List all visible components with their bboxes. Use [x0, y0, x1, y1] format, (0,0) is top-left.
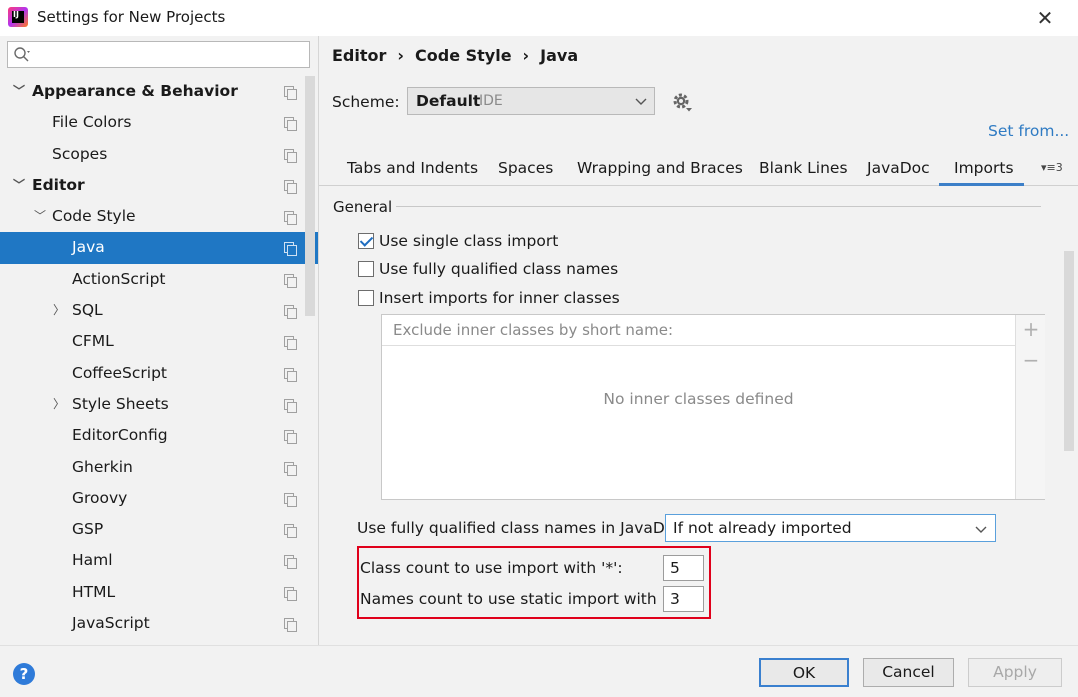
- scheme-tag: IDE: [479, 93, 503, 109]
- tree-item-editorconfig[interactable]: EditorConfig: [0, 420, 318, 451]
- cancel-button[interactable]: Cancel: [863, 658, 954, 687]
- search-icon: [14, 47, 30, 62]
- project-scheme-icon: [284, 273, 297, 288]
- tree-item-appearance-behavior[interactable]: ﹀ Appearance & Behavior: [0, 76, 318, 107]
- tree-item-gherkin[interactable]: Gherkin: [0, 452, 318, 483]
- add-icon[interactable]: +: [1022, 317, 1040, 341]
- settings-tree: ﹀ Appearance & Behavior File Colors Scop…: [0, 76, 318, 639]
- project-scheme-icon: [284, 211, 297, 226]
- chevron-right-icon[interactable]: 〉: [52, 389, 66, 420]
- project-scheme-icon: [284, 586, 297, 601]
- dialog-button-bar: ? OK Cancel Apply: [0, 645, 1078, 697]
- more-tabs-button[interactable]: ▾≡3: [1041, 161, 1063, 174]
- class-count-label: Class count to use import with '*':: [360, 559, 623, 577]
- set-from-link[interactable]: Set from...: [988, 122, 1069, 140]
- tree-item-haml[interactable]: Haml: [0, 545, 318, 576]
- names-count-input[interactable]: 3: [663, 586, 704, 612]
- window-title: Settings for New Projects: [37, 8, 226, 26]
- names-count-label: Names count to use static import with '*…: [360, 590, 684, 608]
- remove-icon[interactable]: −: [1022, 348, 1040, 372]
- checkbox-icon[interactable]: [358, 290, 374, 306]
- scheme-value: Default: [416, 92, 481, 110]
- tab-wrapping-and-braces[interactable]: Wrapping and Braces: [577, 159, 743, 177]
- chevron-right-icon[interactable]: 〉: [52, 295, 66, 326]
- breadcrumb-item[interactable]: Editor: [332, 46, 386, 65]
- settings-main-panel: Editor › Code Style › Java Scheme: Default I…: [319, 36, 1078, 645]
- tab-tabs-and-indents[interactable]: Tabs and Indents: [347, 159, 478, 177]
- tree-item-html[interactable]: HTML: [0, 577, 318, 608]
- project-scheme-icon: [284, 336, 297, 351]
- project-scheme-icon: [284, 86, 297, 100]
- chevron-down-icon: [975, 526, 987, 533]
- sidebar-scrollbar[interactable]: [305, 76, 315, 316]
- code-style-tabs: Tabs and Indents Spaces Wrapping and Bra…: [319, 150, 1078, 186]
- title-bar: IJ Settings for New Projects ✕: [0, 0, 1078, 36]
- project-scheme-icon: [284, 524, 297, 539]
- project-scheme-icon: [284, 555, 297, 570]
- tree-item-actionscript[interactable]: ActionScript: [0, 264, 318, 295]
- settings-sidebar: ﹀ Appearance & Behavior File Colors Scop…: [0, 36, 318, 645]
- tree-item-scopes[interactable]: Scopes: [0, 139, 318, 170]
- tab-imports[interactable]: Imports: [954, 159, 1014, 177]
- breadcrumb: Editor › Code Style › Java: [332, 46, 578, 65]
- project-scheme-icon: [284, 398, 297, 413]
- class-count-input[interactable]: 5: [663, 555, 704, 581]
- project-scheme-icon: [284, 148, 297, 163]
- intellij-logo-icon: IJ: [8, 7, 28, 27]
- tree-item-javascript[interactable]: JavaScript: [0, 608, 318, 639]
- tree-item-java[interactable]: Java: [0, 232, 318, 264]
- scheme-dropdown[interactable]: Default IDE: [407, 87, 655, 115]
- apply-button[interactable]: Apply: [968, 658, 1062, 687]
- tree-item-cfml[interactable]: CFML: [0, 326, 318, 357]
- tree-item-coffeescript[interactable]: CoffeeScript: [0, 358, 318, 389]
- project-scheme-icon: [284, 461, 297, 476]
- chevron-down-icon[interactable]: ﹀: [12, 170, 26, 201]
- inner-classes-list: Exclude inner classes by short name: No …: [381, 314, 1045, 500]
- tree-item-code-style[interactable]: ﹀ Code Style: [0, 201, 318, 232]
- project-scheme-icon: [284, 618, 297, 633]
- tree-item-groovy[interactable]: Groovy: [0, 483, 318, 514]
- tree-item-gsp[interactable]: GSP: [0, 514, 318, 545]
- tree-item-style-sheets[interactable]: 〉 Style Sheets: [0, 389, 318, 420]
- tree-item-editor[interactable]: ﹀ Editor: [0, 170, 318, 201]
- breadcrumb-separator: ›: [397, 46, 404, 65]
- imports-content: General Use single class import Use full…: [319, 186, 1064, 645]
- section-divider: [396, 206, 1041, 207]
- project-scheme-icon: [284, 492, 297, 507]
- chevron-down-icon[interactable]: ﹀: [12, 76, 26, 107]
- breadcrumb-separator: ›: [522, 46, 530, 65]
- javadoc-dropdown[interactable]: If not already imported: [665, 514, 996, 542]
- gear-icon[interactable]: [671, 91, 693, 113]
- tree-item-file-colors[interactable]: File Colors: [0, 107, 318, 138]
- help-icon[interactable]: ?: [13, 663, 35, 685]
- chevron-down-icon: [635, 98, 647, 105]
- settings-search-input[interactable]: [7, 41, 310, 68]
- checkbox-icon[interactable]: [358, 261, 374, 277]
- project-scheme-icon: [284, 179, 297, 194]
- project-scheme-icon: [284, 305, 297, 320]
- inner-classes-header: Exclude inner classes by short name:: [382, 315, 1015, 346]
- content-scrollbar[interactable]: [1064, 251, 1074, 451]
- tree-item-sql[interactable]: 〉 SQL: [0, 295, 318, 326]
- scheme-label: Scheme:: [332, 93, 400, 111]
- javadoc-label: Use fully qualified class names in JavaD…: [357, 519, 689, 537]
- project-scheme-icon: [284, 367, 297, 382]
- list-toolbar: + −: [1015, 315, 1045, 499]
- project-scheme-icon: [284, 242, 297, 257]
- tab-blank-lines[interactable]: Blank Lines: [759, 159, 848, 177]
- breadcrumb-item: Java: [540, 46, 579, 65]
- inner-classes-empty-text: No inner classes defined: [603, 390, 794, 408]
- javadoc-value: If not already imported: [673, 519, 852, 537]
- section-title-general: General: [333, 198, 393, 216]
- project-scheme-icon: [284, 430, 297, 445]
- close-button[interactable]: ✕: [1030, 4, 1060, 32]
- highlight-box: [357, 546, 711, 619]
- project-scheme-icon: [284, 117, 297, 132]
- checkbox-checked-icon[interactable]: [358, 233, 374, 249]
- chevron-down-icon[interactable]: ﹀: [33, 201, 47, 232]
- tab-javadoc[interactable]: JavaDoc: [867, 159, 930, 177]
- tab-spaces[interactable]: Spaces: [498, 159, 553, 177]
- ok-button[interactable]: OK: [759, 658, 849, 687]
- breadcrumb-item[interactable]: Code Style: [415, 46, 512, 65]
